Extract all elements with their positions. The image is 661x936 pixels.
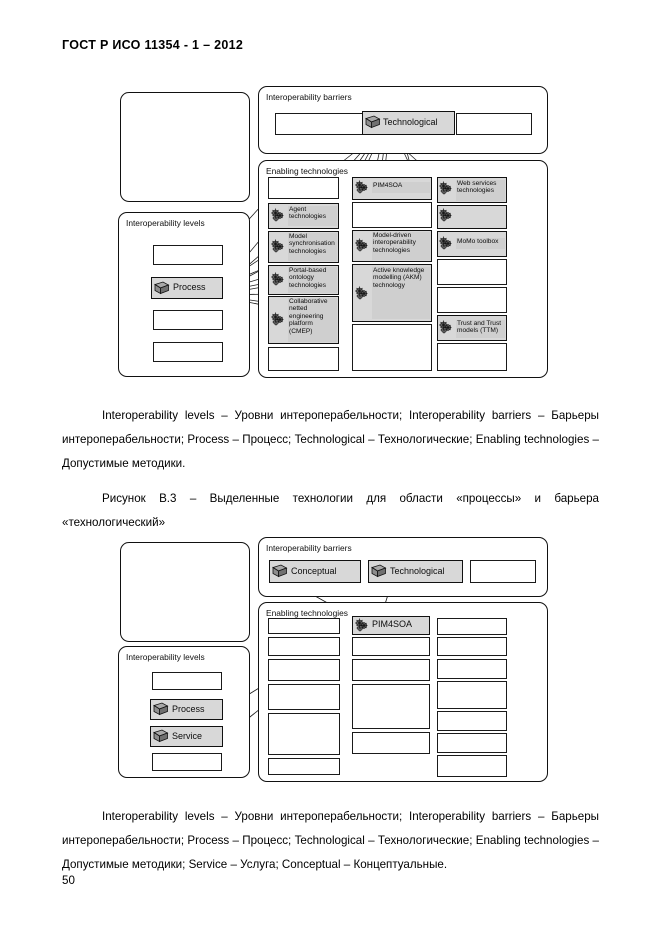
gear-cluster-icon	[354, 618, 369, 632]
figure2-levels-panel-label: Interoperability levels	[126, 652, 205, 662]
figure2-tech3-cell-4[interactable]	[437, 711, 507, 731]
figure2-tech2-cell-1[interactable]	[352, 637, 430, 656]
figure-b4-diagram: Interoperability barriers Conceptual Tec…	[0, 0, 661, 936]
figure2-tech3-cell-3[interactable]	[437, 681, 507, 709]
figure2-tech1-cell-3[interactable]	[268, 684, 340, 710]
figure2-barrier-label-0: Conceptual	[291, 566, 337, 576]
figure2-tech1-cell-2[interactable]	[268, 659, 340, 681]
figure2-level-label-1: Process	[172, 704, 205, 714]
figure2-barrier-cell-2[interactable]	[470, 560, 536, 583]
figure2-tech1-cell-0[interactable]	[268, 618, 340, 634]
document-page: ГОСТ Р ИСО 11354 - 1 – 2012 Interoperabi…	[0, 0, 661, 936]
cube-icon	[370, 563, 387, 578]
figure2-tech3-cell-2[interactable]	[437, 659, 507, 679]
page-number: 50	[62, 874, 75, 887]
figure2-tech2-label-0: PIM4SOA	[372, 619, 413, 629]
cube-icon	[152, 701, 169, 716]
figure2-legend-text: Interoperability levels – Уровни интероп…	[62, 810, 599, 871]
figure2-barrier-label-1: Technological	[390, 566, 445, 576]
figure2-empty-panel	[120, 542, 250, 642]
figure2-tech3-cell-6[interactable]	[437, 755, 507, 777]
figure2-connector-lines	[223, 580, 398, 741]
cube-icon	[271, 563, 288, 578]
cube-icon	[152, 728, 169, 743]
figure2-level-cell-0[interactable]	[152, 672, 222, 690]
figure2-tech2-cell-4[interactable]	[352, 732, 430, 754]
figure2-legend: Interoperability levels – Уровни интероп…	[62, 805, 599, 877]
figure2-tech3-cell-0[interactable]	[437, 618, 507, 635]
figure2-level-label-2: Service	[172, 731, 203, 741]
figure2-tech3-cell-1[interactable]	[437, 637, 507, 656]
figure2-tech1-cell-4[interactable]	[268, 713, 340, 755]
figure2-tech3-cell-5[interactable]	[437, 733, 507, 753]
figure2-tech1-cell-5[interactable]	[268, 758, 340, 775]
figure2-tech2-cell-3[interactable]	[352, 684, 430, 729]
figure2-tech1-cell-1[interactable]	[268, 637, 340, 656]
figure2-tech2-cell-2[interactable]	[352, 659, 430, 681]
figure2-level-cell-3[interactable]	[152, 753, 222, 771]
figure2-enabling-panel-label: Enabling technologies	[266, 608, 348, 618]
figure2-barriers-panel-label: Interoperability barriers	[266, 543, 352, 553]
